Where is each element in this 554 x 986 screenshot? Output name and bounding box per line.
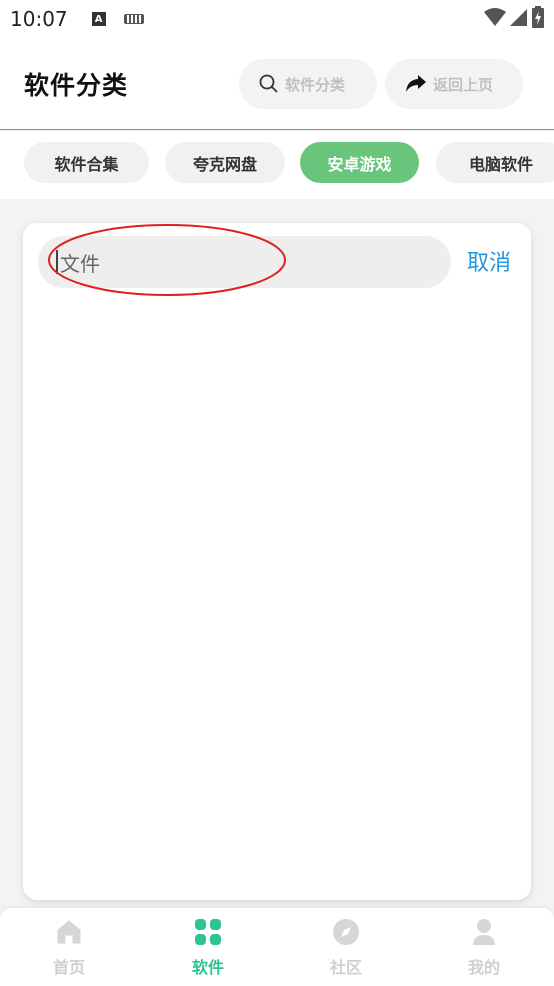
- tab-pc-software[interactable]: 电脑软件: [436, 142, 554, 183]
- search-input[interactable]: [56, 250, 451, 274]
- share-arrow-icon: [406, 75, 426, 92]
- cancel-button[interactable]: 取消: [467, 245, 511, 277]
- wifi-icon: [484, 8, 506, 26]
- status-bar: 10:07 A: [0, 0, 554, 38]
- search-field[interactable]: [38, 236, 451, 288]
- header: 软件分类 软件分类 返回上页: [0, 38, 554, 130]
- category-tabs: 软件合集 夸克网盘 安卓游戏 电脑软件: [0, 131, 554, 199]
- nav-software[interactable]: 软件: [139, 908, 277, 986]
- search-icon: [259, 74, 278, 93]
- nav-profile[interactable]: 我的: [415, 908, 553, 986]
- battery-icon: [532, 6, 544, 28]
- nav-label-community: 社区: [329, 958, 362, 977]
- status-time: 10:07: [10, 7, 68, 31]
- a-notification-icon: A: [91, 12, 106, 26]
- category-search-label: 软件分类: [285, 75, 346, 94]
- back-button[interactable]: 返回上页: [385, 59, 523, 109]
- user-icon: [473, 919, 495, 945]
- back-label: 返回上页: [433, 75, 494, 94]
- tab-quark-drive[interactable]: 夸克网盘: [165, 142, 285, 183]
- nav-label-profile: 我的: [467, 958, 500, 977]
- compass-icon: [333, 919, 359, 945]
- nav-label-home: 首页: [52, 958, 85, 977]
- tab-android-games[interactable]: 安卓游戏: [300, 142, 419, 183]
- nav-home[interactable]: 首页: [0, 908, 138, 986]
- tab-software-collection[interactable]: 软件合集: [24, 142, 149, 183]
- keyboard-icon: [123, 14, 144, 24]
- search-card: 取消: [23, 223, 531, 900]
- signal-icon: [510, 9, 527, 26]
- page-title: 软件分类: [24, 71, 129, 100]
- nav-label-software: 软件: [191, 958, 224, 977]
- home-icon: [57, 920, 81, 944]
- bottom-nav: 首页 软件 社区 我的: [0, 908, 554, 986]
- status-indicators: [484, 6, 544, 28]
- nav-community[interactable]: 社区: [277, 908, 415, 986]
- category-search-button[interactable]: 软件分类: [239, 59, 377, 109]
- apps-grid-icon: [195, 919, 221, 945]
